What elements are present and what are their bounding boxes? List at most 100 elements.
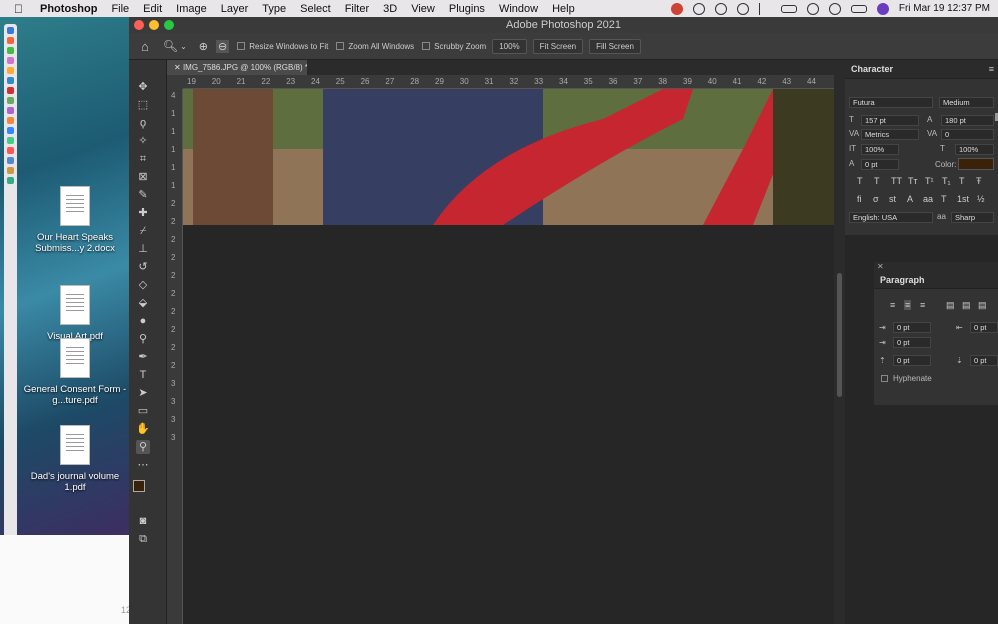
history-brush-icon[interactable]: ↺ [136,260,150,274]
zoom-tool-preset-icon[interactable]: 🔍︎ [163,39,178,53]
dock-app-icon[interactable] [7,177,14,184]
stylistic-alt-icon[interactable]: A [907,194,913,204]
quick-mask-icon[interactable]: ◙ [136,514,150,528]
eyedropper-icon[interactable]: ✎ [136,188,150,202]
frame-tool-icon[interactable]: ⊠ [136,170,150,184]
battery-icon[interactable] [780,4,797,13]
siri-icon[interactable] [876,2,889,15]
vertical-ruler[interactable]: 4 1 1 1 1 1 2 2 2 2 2 2 2 2 2 2 3 3 3 3 [167,89,183,624]
horizontal-ruler[interactable]: 19 20 21 22 23 24 25 26 27 28 29 30 31 32 33 34 35 36 37 38… [183,75,834,89]
align-center-icon[interactable]: ≡ [904,300,912,310]
menu-view[interactable]: View [404,3,442,15]
strikethrough-icon[interactable]: Ŧ [976,176,982,186]
volume-icon[interactable] [736,2,749,15]
leading-field[interactable]: 180 pt [941,115,994,126]
minimize-window-button[interactable] [149,20,159,30]
pen-tool-icon[interactable]: ✒ [136,350,150,364]
fractions-icon[interactable]: ½ [977,194,985,204]
resize-windows-checkbox[interactable]: Resize Windows to Fit [237,42,328,51]
bluetooth-icon[interactable] [758,2,771,15]
control-center-icon[interactable] [850,4,867,13]
space-after-field[interactable]: 0 pt [970,355,998,366]
menu-edit[interactable]: Edit [136,3,169,15]
superscript-icon[interactable]: T¹ [925,176,934,186]
ordinals-icon[interactable]: T [941,194,947,204]
home-icon[interactable]: ⌂ [141,39,149,54]
foreground-color-swatch[interactable] [133,480,145,492]
menu-file[interactable]: File [104,3,136,15]
vertical-scrollbar[interactable] [834,60,845,624]
marquee-tool-icon[interactable]: ⬚ [136,98,150,112]
desktop-file-docx[interactable]: Our Heart Speaks Submiss...y 2.docx [20,186,130,254]
scrubby-zoom-checkbox[interactable]: Scrubby Zoom [422,42,486,51]
apple-menu[interactable]:  [0,2,33,16]
dock-app-icon[interactable] [7,87,14,94]
indent-right-field[interactable]: 0 pt [970,322,998,333]
font-family-select[interactable]: Futura [849,97,933,108]
desktop-file-visual-art[interactable]: Visual Art.pdf [20,285,130,342]
lasso-tool-icon[interactable]: ϙ [136,116,150,130]
faux-italic-icon[interactable]: T [874,176,880,186]
indent-left-field[interactable]: 0 pt [893,322,931,333]
vertical-scale-field[interactable]: 100% [861,144,899,155]
menu-layer[interactable]: Layer [214,3,256,15]
all-caps-icon[interactable]: TT [891,176,902,186]
menu-type[interactable]: Type [255,3,293,15]
ordinal-icon[interactable]: 1st [957,194,969,204]
font-style-select[interactable]: Medium [939,97,994,108]
time-machine-icon[interactable] [714,2,727,15]
zoom-in-icon[interactable]: ⊕ [199,40,208,53]
dock-app-icon[interactable] [7,127,14,134]
paragraph-panel-title[interactable]: Paragraph [874,271,998,289]
edit-toolbar-icon[interactable]: ⋯ [136,458,150,472]
menu-window[interactable]: Window [492,3,545,15]
close-tab-icon[interactable]: ✕ [174,63,181,72]
text-color-swatch[interactable] [958,158,994,170]
document-tab[interactable]: ✕ IMG_7586.JPG @ 100% (RGB/8) * [167,60,308,75]
dock-app-icon[interactable] [7,157,14,164]
dock-app-icon[interactable] [7,77,14,84]
brush-tool-icon[interactable]: ⌿ [136,224,150,238]
desktop-file-consent-form[interactable]: General Consent Form - g...ture.pdf [20,338,130,406]
titling-icon[interactable]: aa [923,194,933,204]
path-selection-icon[interactable]: ➤ [136,386,150,400]
dock-app-icon[interactable] [7,97,14,104]
zoom-tool-icon[interactable]: ⚲ [136,440,150,454]
play-icon[interactable] [692,2,705,15]
desktop-file-journal[interactable]: Dad's journal volume 1.pdf [20,425,130,493]
healing-brush-icon[interactable]: ✚ [136,206,150,220]
small-caps-icon[interactable]: Tт [908,176,918,186]
scrollbar-thumb[interactable] [837,273,842,397]
dock-app-icon[interactable] [7,27,14,34]
chevron-down-icon[interactable]: ⌄ [180,42,187,51]
baseline-shift-field[interactable]: 0 pt [861,159,899,170]
menu-select[interactable]: Select [293,3,338,15]
magic-wand-icon[interactable]: ✧ [136,134,150,148]
ruler-origin[interactable] [167,75,183,89]
dodge-tool-icon[interactable]: ⚲ [136,332,150,346]
blur-tool-icon[interactable]: ● [136,314,150,328]
horizontal-scale-field[interactable]: 100% [955,144,994,155]
paint-bucket-icon[interactable]: ⬙ [136,296,150,310]
hand-tool-icon[interactable]: ✋ [136,422,150,436]
panel-menu-icon[interactable]: ≡ [989,64,994,74]
dock-app-icon[interactable] [7,147,14,154]
dock-app-icon[interactable] [7,37,14,44]
justify-center-icon[interactable]: ▤ [962,300,971,311]
move-tool-icon[interactable]: ✥ [136,80,150,94]
eraser-icon[interactable]: ◇ [136,278,150,292]
subscript-icon[interactable]: T₁ [942,176,951,186]
dock-app-icon[interactable] [7,167,14,174]
menu-app-photoshop[interactable]: Photoshop [33,3,104,15]
kerning-select[interactable]: Metrics [861,129,919,140]
underline-icon[interactable]: T [959,176,965,186]
crop-tool-icon[interactable]: ⌗ [136,152,150,166]
fit-screen-button[interactable]: Fit Screen [532,38,584,54]
justify-left-icon[interactable]: ▤ [946,300,955,311]
rectangle-tool-icon[interactable]: ▭ [136,404,150,418]
canvas-area[interactable] [183,89,834,624]
dock-app-icon[interactable] [7,47,14,54]
close-window-button[interactable] [134,20,144,30]
space-before-field[interactable]: 0 pt [893,355,931,366]
old-style-icon[interactable]: σ [873,194,879,204]
